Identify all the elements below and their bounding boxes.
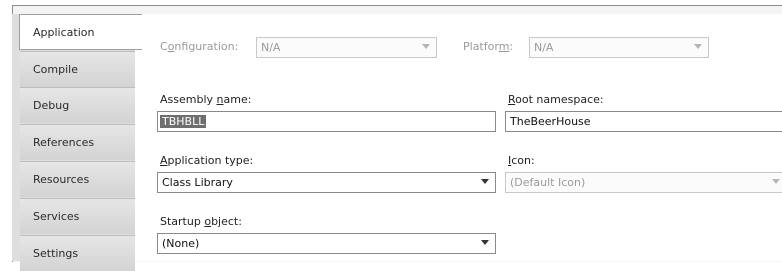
tab-label: Application [33, 25, 95, 39]
startup-object-label: Startup object: [160, 215, 242, 228]
platform-label: Platform: [463, 40, 514, 53]
application-type-label: Application type: [160, 154, 254, 167]
configuration-dropdown[interactable]: N/A [256, 37, 437, 58]
tab-references[interactable]: References [20, 124, 135, 160]
tab-label: Services [33, 210, 80, 223]
tab-debug[interactable]: Debug [20, 87, 135, 123]
assembly-name-value: TBHBLL [160, 115, 207, 128]
tab-services[interactable]: Services [20, 198, 135, 234]
root-namespace-field[interactable]: TheBeerHouse [505, 111, 782, 132]
chevron-down-icon [481, 240, 489, 245]
tab-settings[interactable]: Settings [20, 235, 135, 271]
tab-resources[interactable]: Resources [20, 161, 135, 197]
icon-dropdown[interactable]: (Default Icon) [505, 172, 782, 193]
tab-compile[interactable]: Compile [20, 51, 135, 87]
tab-label: References [33, 136, 95, 149]
application-type-dropdown[interactable]: Class Library [157, 172, 496, 193]
root-namespace-label: Root namespace: [508, 93, 604, 106]
icon-label: Icon: [508, 154, 535, 167]
startup-object-dropdown[interactable]: (None) [157, 233, 496, 254]
platform-value: N/A [534, 41, 554, 54]
assembly-name-field[interactable]: TBHBLL [157, 111, 496, 132]
application-page: Configuration: N/A Platform: N/A Assembl… [135, 14, 782, 261]
chevron-down-icon [694, 44, 702, 49]
icon-value: (Default Icon) [510, 176, 586, 189]
tab-strip: Application Compile Debug References Res… [12, 14, 142, 271]
configuration-value: N/A [261, 41, 281, 54]
application-type-value: Class Library [162, 176, 233, 189]
chevron-down-icon [422, 44, 430, 49]
tab-label: Compile [33, 63, 78, 76]
assembly-name-label: Assembly name: [160, 93, 252, 106]
tab-label: Settings [33, 247, 79, 260]
configuration-label: Configuration: [160, 40, 239, 53]
platform-dropdown[interactable]: N/A [529, 37, 709, 58]
chevron-down-icon [481, 179, 489, 184]
startup-object-value: (None) [162, 237, 200, 250]
root-namespace-value: TheBeerHouse [510, 115, 591, 128]
chevron-down-icon [772, 179, 780, 184]
tab-label: Resources [33, 173, 90, 186]
tab-label: Debug [33, 99, 70, 112]
tab-application[interactable]: Application [19, 14, 142, 50]
